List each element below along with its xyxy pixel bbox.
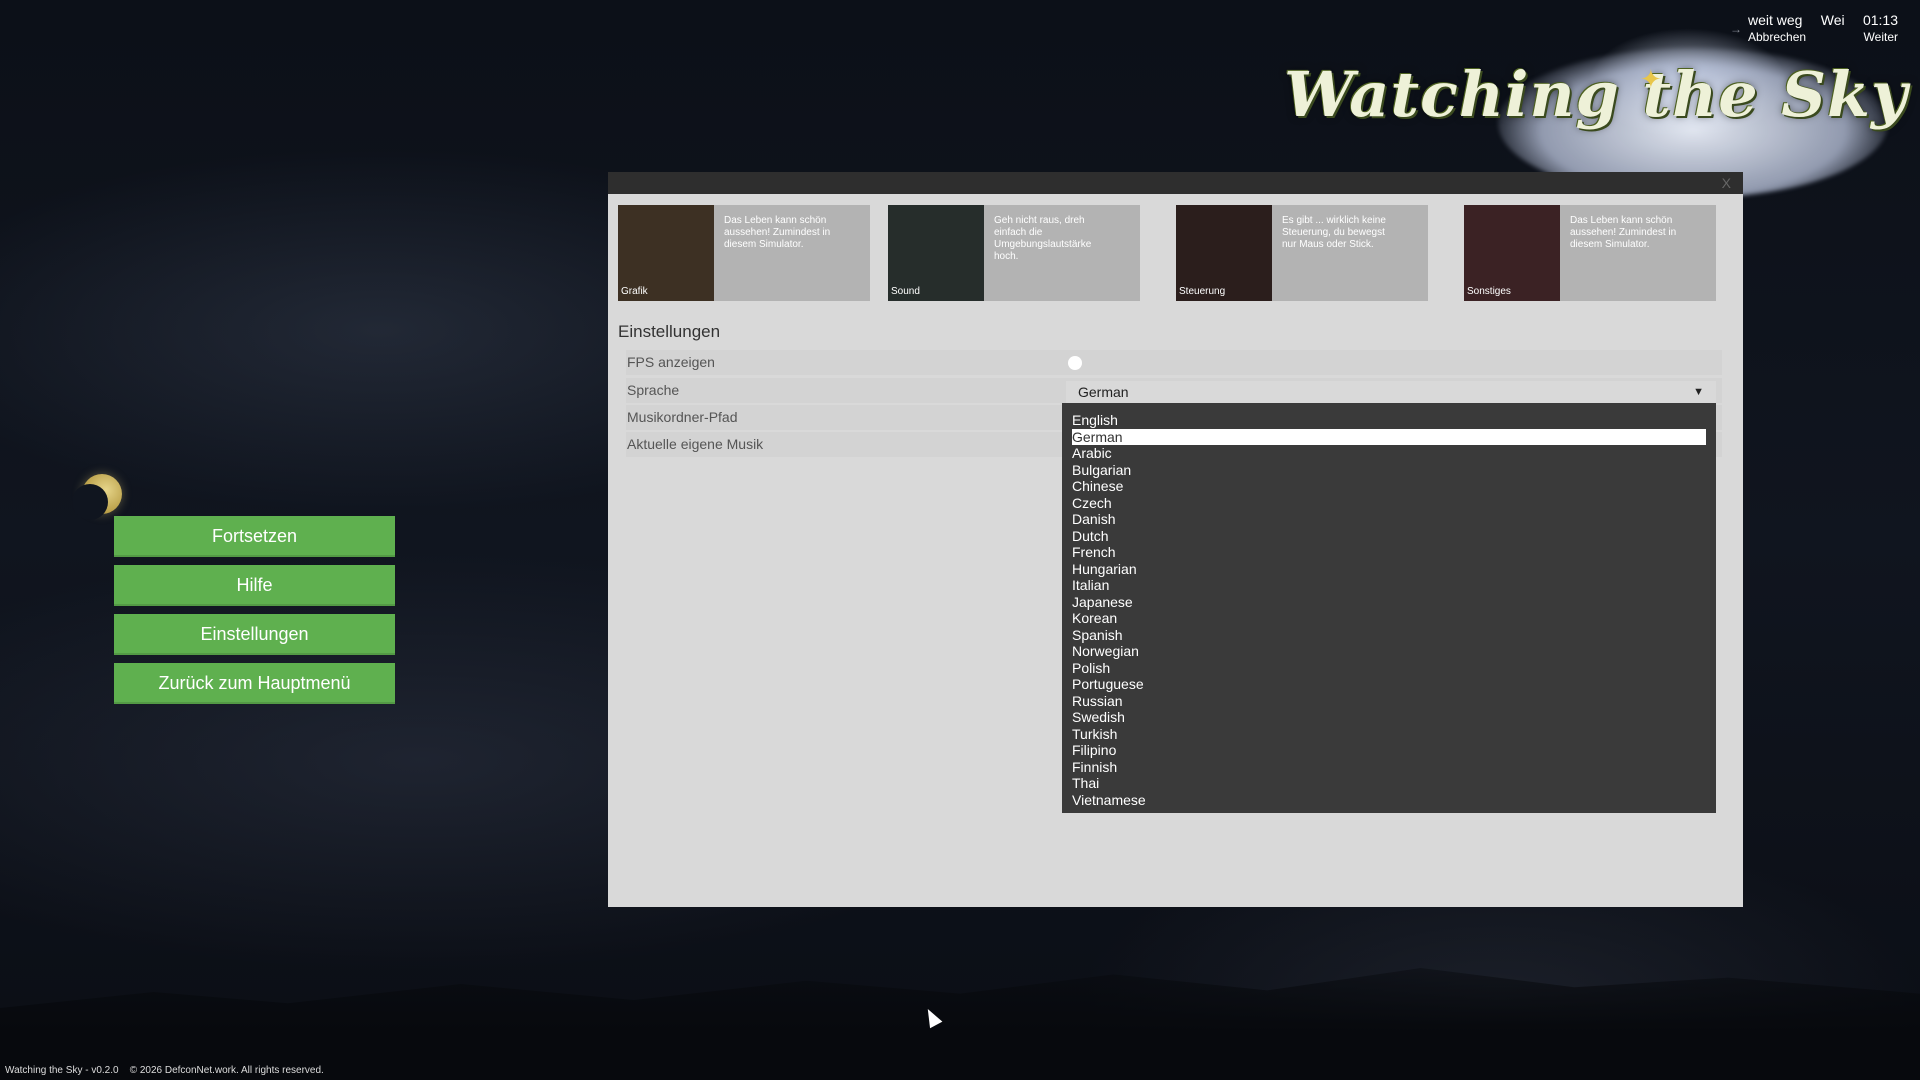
language-option[interactable]: Polish: [1062, 660, 1706, 677]
language-option[interactable]: Turkish: [1062, 726, 1706, 743]
language-option[interactable]: Hungarian: [1062, 561, 1706, 578]
language-option[interactable]: Italian: [1062, 577, 1706, 594]
language-option[interactable]: Japanese: [1062, 594, 1706, 611]
card-description: Das Leben kann schön aussehen! Zumindest…: [1570, 215, 1677, 250]
language-option[interactable]: Thai: [1062, 775, 1706, 792]
setting-label: FPS anzeigen: [627, 354, 715, 370]
card-description: Es gibt ... wirklich keine Steuerung, du…: [1282, 215, 1386, 250]
language-select[interactable]: German ▼: [1066, 381, 1716, 403]
help-button[interactable]: Hilfe: [114, 565, 395, 606]
language-select-value: German: [1078, 384, 1129, 400]
language-option[interactable]: Korean: [1062, 610, 1706, 627]
version-text: Watching the Sky - v0.2.0: [5, 1065, 119, 1076]
language-option[interactable]: English: [1062, 412, 1706, 429]
pause-menu: Fortsetzen Hilfe Einstellungen Zurück zu…: [114, 516, 395, 712]
card-label: Grafik: [621, 286, 648, 297]
card-grafik[interactable]: Grafik Das Leben kann schön aussehen! Zu…: [618, 205, 870, 301]
star-icon: ✦: [1640, 64, 1662, 94]
copyright-text: © 2026 DefconNet.work. All rights reserv…: [129, 1065, 324, 1076]
card-description: Geh nicht raus, dreh einfach die Umgebun…: [994, 215, 1092, 262]
language-option[interactable]: Finnish: [1062, 759, 1706, 776]
language-option[interactable]: Norwegian: [1062, 643, 1706, 660]
language-option[interactable]: Filipino: [1062, 742, 1706, 759]
setting-row-fps: FPS anzeigen: [626, 350, 1722, 375]
main-menu-button[interactable]: Zurück zum Hauptmenü: [114, 663, 395, 704]
section-title: Einstellungen: [618, 322, 721, 341]
language-option[interactable]: Chinese: [1062, 478, 1706, 495]
hud-direction: Wei: [1820, 12, 1845, 28]
language-option[interactable]: Czech: [1062, 495, 1706, 512]
setting-label: Aktuelle eigene Musik: [627, 436, 764, 452]
language-option[interactable]: Arabic: [1062, 445, 1706, 462]
language-option[interactable]: Spanish: [1062, 627, 1706, 644]
card-label: Steuerung: [1179, 286, 1226, 297]
mountain-silhouette: [0, 968, 1920, 1080]
setting-label: Sprache: [627, 382, 680, 398]
card-label: Sound: [891, 286, 920, 297]
language-option[interactable]: Bulgarian: [1062, 462, 1706, 479]
card-steuerung[interactable]: Steuerung Es gibt ... wirklich keine Ste…: [1176, 205, 1428, 301]
card-description: Das Leben kann schön aussehen! Zumindest…: [724, 215, 831, 250]
footer: Watching the Sky - v0.2.0 © 2026 DefconN…: [5, 1065, 324, 1076]
chevron-down-icon[interactable]: ▼: [1693, 381, 1704, 403]
language-option[interactable]: Russian: [1062, 693, 1706, 710]
language-option[interactable]: Danish: [1062, 511, 1706, 528]
game-logo: Watching the Sky: [1284, 58, 1908, 131]
language-option[interactable]: Portuguese: [1062, 676, 1706, 693]
fps-toggle[interactable]: [1068, 356, 1082, 370]
language-option[interactable]: Vietnamese: [1062, 792, 1706, 809]
panel-titlebar: X: [608, 172, 1743, 194]
setting-label: Musikordner-Pfad: [627, 409, 738, 425]
language-dropdown-list: English German Arabic Bulgarian Chinese Czech…: [1062, 403, 1716, 813]
moon-icon: [72, 474, 122, 520]
continue-button[interactable]: Fortsetzen: [114, 516, 395, 557]
card-sonstiges[interactable]: Sonstiges Das Leben kann schön aussehen!…: [1464, 205, 1716, 301]
settings-button[interactable]: Einstellungen: [114, 614, 395, 655]
card-sound[interactable]: Sound Geh nicht raus, dreh einfach die U…: [888, 205, 1140, 301]
close-icon[interactable]: X: [1722, 175, 1731, 191]
language-option[interactable]: Dutch: [1062, 528, 1706, 545]
hud-time: 01:13: [1862, 12, 1898, 28]
language-option[interactable]: Swedish: [1062, 709, 1706, 726]
card-label: Sonstiges: [1467, 286, 1511, 297]
language-option[interactable]: French: [1062, 544, 1706, 561]
language-option[interactable]: German: [1072, 428, 1706, 445]
settings-category-cards: Grafik Das Leben kann schön aussehen! Zu…: [618, 205, 1738, 301]
hud-distance: weit weg: [1748, 12, 1803, 28]
